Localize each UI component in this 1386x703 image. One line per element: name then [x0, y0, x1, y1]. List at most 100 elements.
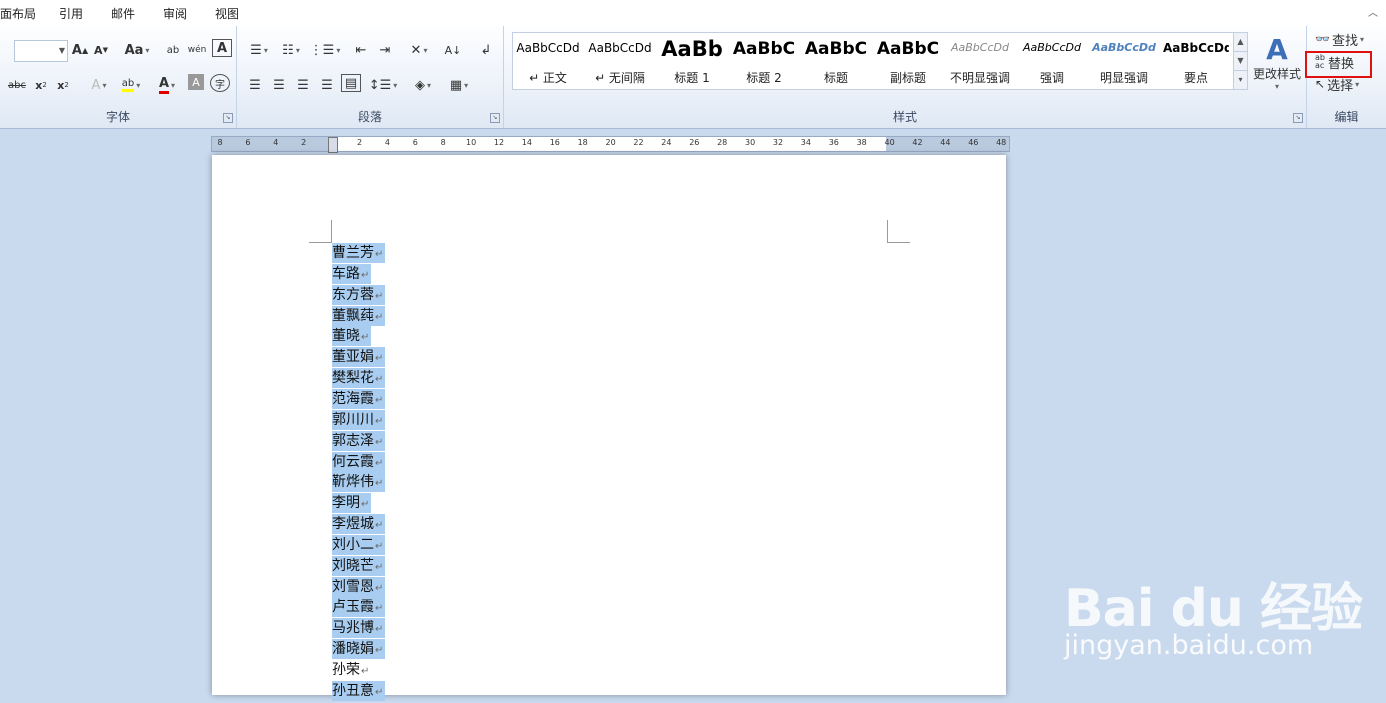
style-heading-2[interactable]: AaBbC 标题 2 [731, 37, 797, 85]
shading-button[interactable]: ◈ ▾ [409, 74, 437, 96]
gallery-more-icon[interactable]: ▾ [1234, 71, 1247, 89]
subscript-button[interactable]: x2 [32, 74, 50, 96]
paragraph-mark-icon: ↵ [375, 436, 384, 448]
shrink-font-button[interactable]: A ▼ [92, 39, 110, 61]
multilevel-list-button[interactable]: ⋮☰ ▾ [310, 39, 341, 61]
style-heading-1[interactable]: AaBb 标题 1 [659, 37, 725, 85]
collapse-ribbon-icon[interactable]: ︿ [1368, 4, 1378, 19]
character-shading-icon[interactable]: A [188, 74, 204, 90]
distributed-icon[interactable]: ▤ [341, 74, 361, 92]
name-paragraph[interactable]: 车路↵ [332, 263, 372, 284]
align-right-icon[interactable]: ☰ [293, 74, 313, 96]
clear-format-icon[interactable]: ab [164, 39, 182, 61]
style-title[interactable]: AaBbC 标题 [803, 37, 869, 85]
name-text: 曹兰芳 [332, 245, 374, 261]
name-paragraph[interactable]: 孙丑意↵ [332, 680, 386, 701]
gallery-down-icon[interactable]: ▼ [1234, 52, 1247, 71]
ruler-tick-label: 14 [521, 138, 532, 147]
grow-font-button[interactable]: A ▲ [70, 39, 90, 61]
bullets-button[interactable]: ☰ ▾ [245, 39, 273, 61]
font-size-combo[interactable]: ▼ [14, 40, 68, 62]
name-paragraph[interactable]: 董飘莼↵ [332, 305, 386, 326]
styles-dialog-launcher-icon[interactable]: ↘ [1293, 113, 1303, 123]
horizontal-ruler[interactable]: 8 6 4 2 2 4 6 8 10 12 14 16 18 20 22 24 26 28 30 32 34 36 38 40… [211, 136, 1010, 153]
tab-references[interactable]: 引用 [59, 5, 83, 22]
name-paragraph[interactable]: 刘晓芒↵ [332, 555, 386, 576]
gallery-up-icon[interactable]: ▲ [1234, 33, 1247, 52]
name-paragraph[interactable]: 樊梨花↵ [332, 368, 386, 389]
name-paragraph[interactable]: 刘雪恩↵ [332, 576, 386, 597]
name-text: 董晓 [332, 328, 360, 345]
change-case-button[interactable]: Aa ▾ [122, 39, 152, 61]
document-page[interactable]: 曹兰芳↵ 车路↵ 东方蓉↵ 董飘莼↵ 董晓↵ 董亚娟↵ 樊梨花↵ 范海霞↵ 郭川川↵ 郭志泽↵ 何云… [212, 155, 1006, 701]
indent-marker-icon[interactable] [328, 137, 338, 153]
tab-mailings[interactable]: 邮件 [111, 5, 135, 22]
line-spacing-button[interactable]: ↕☰ ▾ [369, 74, 398, 96]
name-paragraph[interactable]: 曹兰芳↵ [332, 243, 386, 263]
name-paragraph[interactable]: 刘小二↵ [332, 534, 386, 555]
gallery-scroll[interactable]: ▲ ▼ ▾ [1233, 32, 1248, 90]
cursor-icon: ↖ [1315, 77, 1326, 91]
ruler-tick-label: 36 [828, 138, 839, 147]
decrease-indent-icon[interactable]: ⇤ [351, 39, 371, 61]
name-paragraph[interactable]: 马兆博↵ [332, 618, 386, 639]
align-left-icon[interactable]: ☰ [245, 74, 265, 96]
name-paragraph[interactable]: 卢玉霞↵ [332, 597, 386, 618]
style-normal[interactable]: AaBbCcDd ↵ 正文 [515, 37, 581, 85]
enclose-characters-icon[interactable]: 字 [210, 74, 230, 92]
paragraph-mark-icon: ↵ [375, 624, 384, 636]
name-paragraph[interactable]: 李煜城↵ [332, 514, 386, 535]
paragraph-mark-icon: ↵ [361, 332, 370, 344]
numbering-button[interactable]: ☷ ▾ [277, 39, 305, 61]
phonetic-guide-icon[interactable]: wén [188, 39, 207, 61]
increase-indent-icon[interactable]: ⇥ [375, 39, 395, 61]
change-styles-button[interactable]: A 更改样式 ▾ [1252, 30, 1302, 96]
style-emphasis[interactable]: AaBbCcDd 强调 [1019, 37, 1085, 85]
name-text: 车路 [332, 265, 360, 282]
borders-button[interactable]: ▦ ▾ [445, 74, 473, 96]
font-color-button[interactable]: A ▾ [152, 74, 182, 96]
replace-highlight-box [1305, 51, 1372, 78]
name-paragraph[interactable]: 李明↵ [332, 493, 372, 514]
character-border-icon[interactable]: A [212, 39, 232, 57]
name-paragraph[interactable]: 潘晓娟↵ [332, 639, 386, 660]
tab-page-layout[interactable]: 页面布局 [0, 5, 36, 22]
change-styles-icon: A [1266, 33, 1288, 66]
style-subtitle[interactable]: AaBbC 副标题 [875, 37, 941, 85]
name-paragraph[interactable]: 郭志泽↵ [332, 430, 386, 451]
find-button[interactable]: 👓 查找 ▾ [1315, 28, 1377, 50]
name-paragraph[interactable]: 孙荣↵ [332, 660, 371, 680]
name-paragraph[interactable]: 何云霞↵ [332, 451, 386, 472]
style-subtle-emphasis[interactable]: AaBbCcDd 不明显强调 [947, 37, 1013, 85]
name-paragraph[interactable]: 董晓↵ [332, 326, 372, 347]
ruler-tick-label: 26 [689, 138, 700, 147]
strikethrough-button[interactable]: abc [6, 74, 28, 96]
chinese-layout-button[interactable]: ✕ ▾ [405, 39, 433, 61]
style-strong[interactable]: AaBbCcDd 要点 [1163, 37, 1229, 85]
tab-view[interactable]: 视图 [215, 5, 239, 22]
name-paragraph[interactable]: 东方蓉↵ [332, 284, 386, 305]
justify-icon[interactable]: ☰ [317, 74, 337, 96]
paragraph-group: ☰ ▾ ☷ ▾ ⋮☰ ▾ ⇤ ⇥ ✕ ▾ A↓ ↲ ☰ ☰ ☰ ☰ ▤ ↕☰ ▾ ◈ ▾ ▦… [237, 26, 504, 128]
superscript-button[interactable]: x2 [54, 74, 72, 96]
ruler-tick-label: 6 [245, 138, 251, 147]
name-paragraph[interactable]: 范海霞↵ [332, 388, 386, 409]
menu-bar: 页面布局 引用 邮件 审阅 视图 ︿ [0, 0, 1386, 26]
align-center-icon[interactable]: ☰ [269, 74, 289, 96]
name-text: 潘晓娟 [332, 641, 374, 658]
ruler-tick-label: 8 [440, 138, 446, 147]
style-intense-emphasis[interactable]: AaBbCcDd 明显强调 [1091, 37, 1157, 85]
show-marks-icon[interactable]: ↲ [477, 39, 495, 61]
tab-review[interactable]: 审阅 [163, 5, 187, 22]
name-text: 何云霞 [332, 453, 374, 470]
highlight-color-button[interactable]: ab ▾ [116, 74, 146, 96]
name-paragraph[interactable]: 靳烨伟↵ [332, 472, 386, 493]
style-no-spacing[interactable]: AaBbCcDd ↵ 无间隔 [587, 37, 653, 85]
paragraph-mark-icon: ↵ [361, 269, 370, 281]
sort-icon[interactable]: A↓ [443, 39, 463, 61]
name-paragraph[interactable]: 郭川川↵ [332, 409, 386, 430]
name-paragraph[interactable]: 董亚娟↵ [332, 347, 386, 368]
paragraph-dialog-launcher-icon[interactable]: ↘ [490, 113, 500, 123]
text-effect-button[interactable]: A ▾ [86, 74, 112, 96]
font-dialog-launcher-icon[interactable]: ↘ [223, 113, 233, 123]
